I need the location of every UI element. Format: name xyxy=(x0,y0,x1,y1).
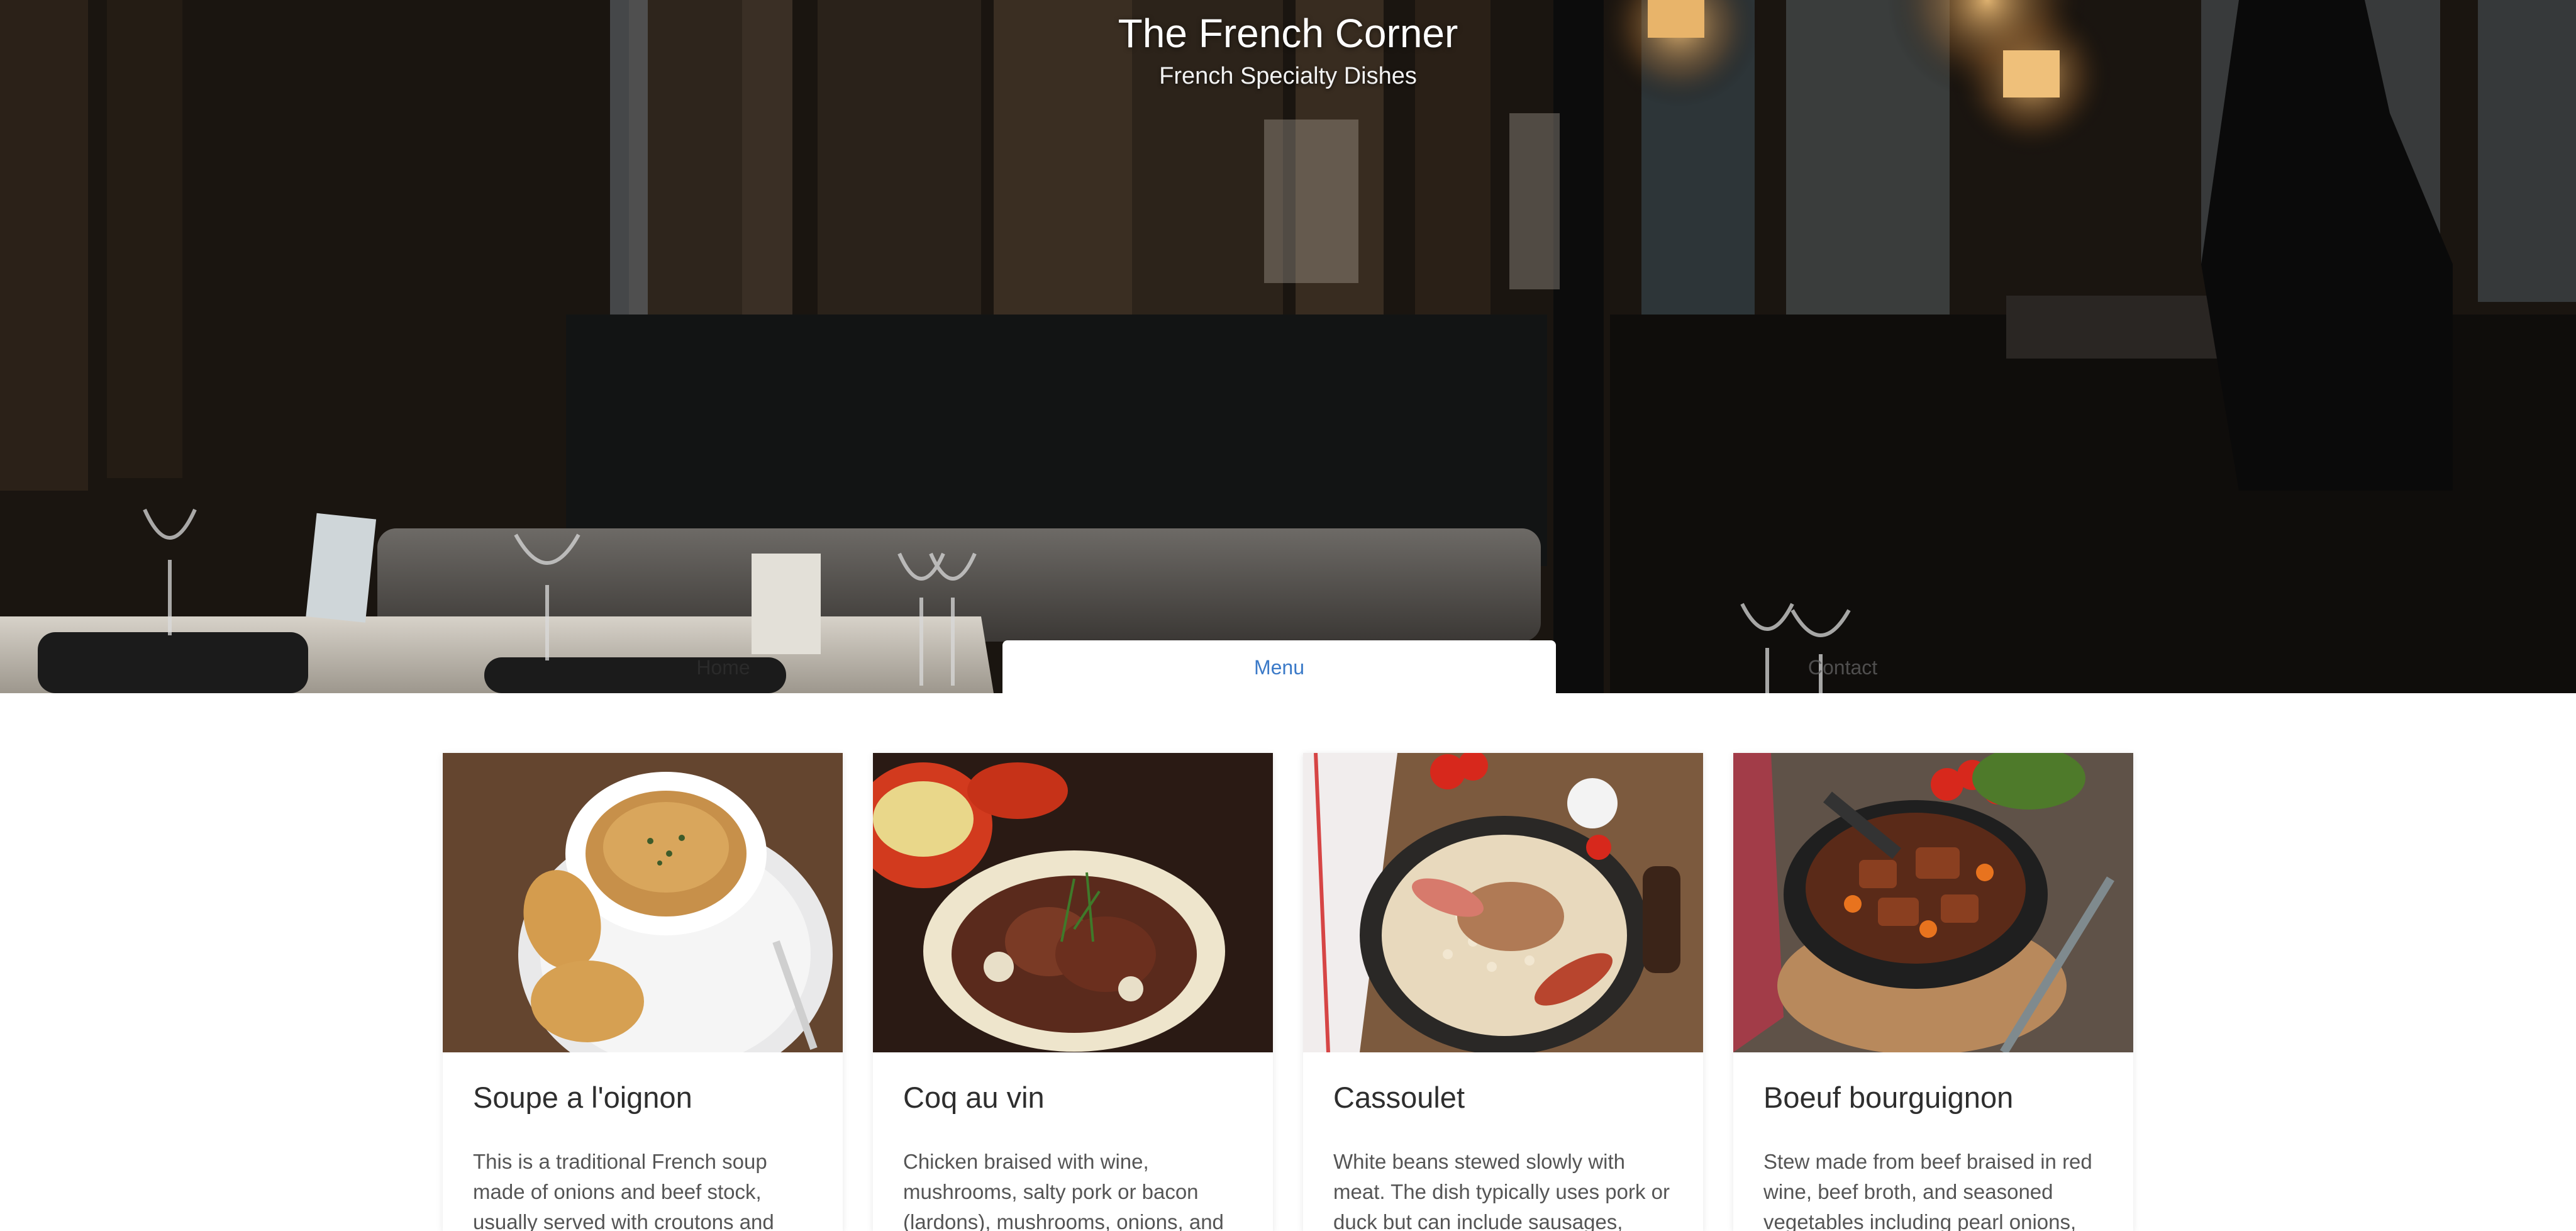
page-subtitle: French Specialty Dishes xyxy=(1159,63,1417,89)
coq-au-vin-image xyxy=(873,753,1273,1052)
nav-tab-menu[interactable]: Menu xyxy=(1002,640,1556,693)
menu-card[interactable]: Soupe a l'oignon This is a traditional F… xyxy=(443,753,843,1231)
menu-card[interactable]: Cassoulet White beans stewed slowly with… xyxy=(1303,753,1703,1231)
restaurant-interior-image xyxy=(0,0,2576,693)
main-nav: Home Menu Contact xyxy=(0,640,2576,693)
menu-card-grid: Soupe a l'oignon This is a traditional F… xyxy=(443,753,2133,1231)
card-title: Boeuf bourguignon xyxy=(1763,1081,2014,1114)
menu-card[interactable]: Boeuf bourguignon Stew made from beef br… xyxy=(1733,753,2133,1231)
page-title: The French Corner xyxy=(1118,11,1458,56)
card-title: Cassoulet xyxy=(1333,1081,1465,1114)
card-description: This is a traditional French soup made o… xyxy=(473,1150,774,1231)
boeuf-bourguignon-image xyxy=(1733,753,2133,1052)
card-title: Soupe a l'oignon xyxy=(473,1081,692,1114)
onion-soup-image xyxy=(443,753,843,1052)
menu-card[interactable]: Coq au vin Chicken braised with wine, mu… xyxy=(873,753,1273,1231)
card-description: Chicken braised with wine, mushrooms, sa… xyxy=(903,1150,1224,1231)
card-description: White beans stewed slowly with meat. The… xyxy=(1333,1150,1670,1231)
nav-tab-home[interactable]: Home xyxy=(629,640,818,693)
card-title: Coq au vin xyxy=(903,1081,1045,1114)
hero-banner: The French Corner French Specialty Dishe… xyxy=(0,0,2576,693)
nav-tab-contact[interactable]: Contact xyxy=(1748,640,1937,693)
card-description: Stew made from beef braised in red wine,… xyxy=(1763,1150,2092,1231)
cassoulet-image xyxy=(1303,753,1703,1052)
